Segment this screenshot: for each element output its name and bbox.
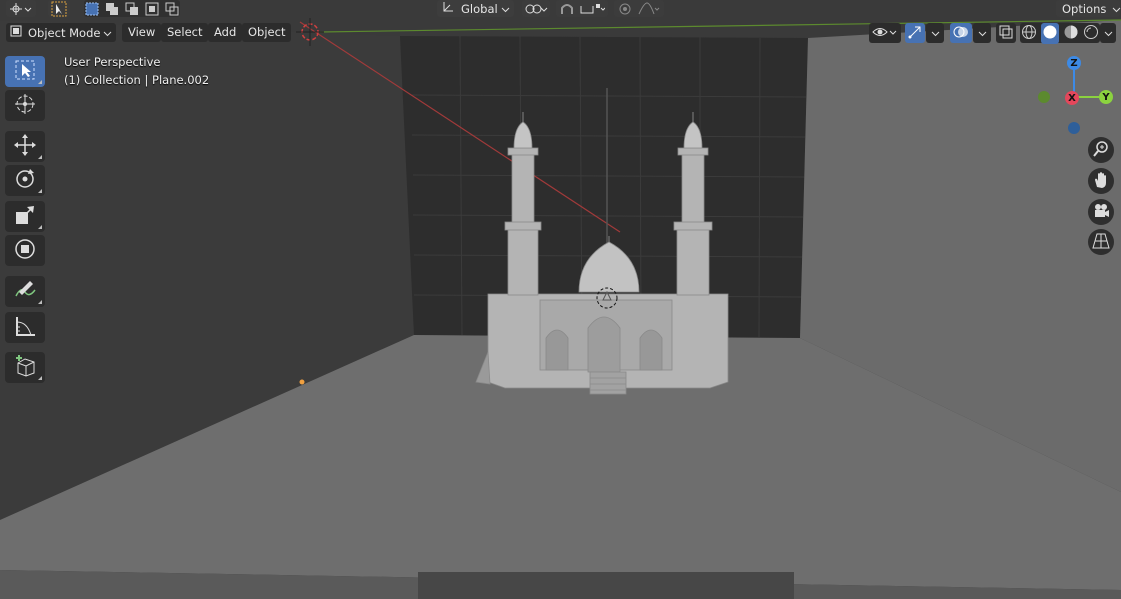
overlays-toggle[interactable] — [950, 23, 972, 43]
view-menu[interactable]: View — [122, 23, 162, 42]
pan-button[interactable] — [1088, 168, 1114, 194]
move-tool[interactable] — [5, 131, 45, 162]
object-mode-icon — [10, 25, 22, 40]
gizmo-y-axis[interactable]: Y — [1099, 90, 1113, 104]
visibility-dropdown[interactable] — [869, 23, 901, 43]
add-menu[interactable]: Add — [208, 23, 243, 42]
cursor-crosshair-icon — [13, 92, 37, 119]
gizmo-neg-y-axis[interactable] — [1038, 91, 1050, 103]
gizmo-icon — [908, 25, 922, 42]
orientation-label: Global — [461, 1, 498, 16]
gizmo-toggle[interactable] — [905, 23, 925, 43]
transform-pivot-icon — [10, 2, 32, 16]
snapping-group[interactable] — [556, 0, 608, 17]
shading-dropdown[interactable] — [1100, 23, 1116, 43]
hand-icon — [1092, 171, 1110, 192]
transform-tool[interactable] — [5, 235, 45, 266]
chevron-down-icon — [1104, 26, 1113, 40]
annotate-tool[interactable] — [5, 276, 45, 307]
gizmo-z-axis[interactable]: Z — [1067, 56, 1081, 70]
overlays-icon — [953, 25, 969, 42]
options-label: Options — [1062, 1, 1107, 16]
chevron-down-icon — [103, 26, 112, 40]
overlays-dropdown[interactable] — [973, 23, 991, 43]
cursor-tool[interactable] — [5, 90, 45, 121]
falloff-curve-icon[interactable] — [638, 1, 660, 16]
scale-tool[interactable] — [5, 201, 45, 232]
rendered-shading-icon[interactable] — [1083, 24, 1099, 43]
object-mode-dropdown[interactable]: Object Mode — [6, 23, 116, 42]
snap-magnet-icon[interactable] — [559, 2, 575, 16]
chevron-down-icon — [978, 26, 987, 40]
select-new-icon[interactable] — [85, 2, 99, 16]
proportional-editing-group[interactable] — [614, 0, 664, 17]
gizmo-x-axis[interactable]: X — [1065, 91, 1079, 105]
ruler-icon — [13, 314, 37, 341]
proportional-edit-icon[interactable] — [618, 2, 632, 16]
chevron-down-icon — [501, 2, 510, 16]
pivot-point-icon — [524, 2, 548, 16]
select-box-icon — [14, 59, 36, 84]
measure-tool[interactable] — [5, 312, 45, 343]
mode-label: Object Mode — [28, 25, 101, 40]
select-extend-icon[interactable] — [105, 2, 119, 16]
transform-orientation-dropdown[interactable]: Global — [437, 0, 514, 17]
zoom-magnifier-icon — [1092, 140, 1110, 161]
annotate-pencil-icon — [13, 278, 37, 305]
add-cube-tool[interactable] — [5, 352, 45, 383]
camera-icon — [1092, 202, 1110, 223]
select-invert-icon[interactable] — [145, 2, 159, 16]
top-toolbar: Global Options — [0, 0, 1121, 19]
chevron-down-icon — [931, 26, 940, 40]
navigation-gizmo[interactable]: Z Y X — [1036, 55, 1116, 135]
select-tool-button[interactable] — [48, 0, 70, 17]
scale-icon — [13, 203, 37, 230]
tweak-select-tool[interactable] — [5, 56, 45, 87]
chevron-down-icon — [1112, 2, 1121, 16]
view-perspective-label: User Perspective — [64, 55, 161, 69]
ortho-perspective-toggle[interactable] — [1088, 229, 1114, 255]
xray-icon — [999, 25, 1013, 42]
shading-mode-group — [1020, 22, 1100, 44]
rotate-tool[interactable] — [5, 165, 45, 196]
eye-icon — [872, 25, 898, 42]
zoom-button[interactable] — [1088, 137, 1114, 163]
solid-shading-icon[interactable] — [1041, 22, 1059, 44]
pivot-point-dropdown[interactable] — [522, 0, 550, 17]
wireframe-shading-icon[interactable] — [1021, 24, 1037, 43]
3d-viewport[interactable]: Global Options Object Mode View Select A… — [0, 0, 1121, 599]
active-object-label: (1) Collection | Plane.002 — [64, 73, 210, 87]
cursor-arrow-icon — [51, 1, 67, 17]
select-subtract-icon[interactable] — [125, 2, 139, 16]
gizmo-dropdown[interactable] — [926, 23, 944, 43]
xray-toggle[interactable] — [996, 23, 1016, 43]
add-cube-icon — [13, 354, 37, 381]
scene-render[interactable] — [0, 0, 1121, 599]
gizmo-neg-z-axis[interactable] — [1068, 122, 1080, 134]
camera-view-button[interactable] — [1088, 199, 1114, 225]
snap-increment-icon[interactable] — [579, 2, 605, 16]
orientation-gizmo-button[interactable] — [6, 0, 36, 17]
move-arrows-icon — [13, 133, 37, 160]
rotate-icon — [13, 167, 37, 194]
transform-icon — [13, 237, 37, 264]
grid-perspective-icon — [1092, 232, 1110, 253]
object-menu[interactable]: Object — [242, 23, 292, 42]
select-intersect-icon[interactable] — [165, 2, 179, 16]
select-menu[interactable]: Select — [161, 23, 209, 42]
material-shading-icon[interactable] — [1063, 24, 1079, 43]
orientation-axis-icon — [441, 0, 455, 17]
selection-mode-group — [84, 0, 180, 17]
options-dropdown[interactable]: Options — [1056, 0, 1121, 17]
